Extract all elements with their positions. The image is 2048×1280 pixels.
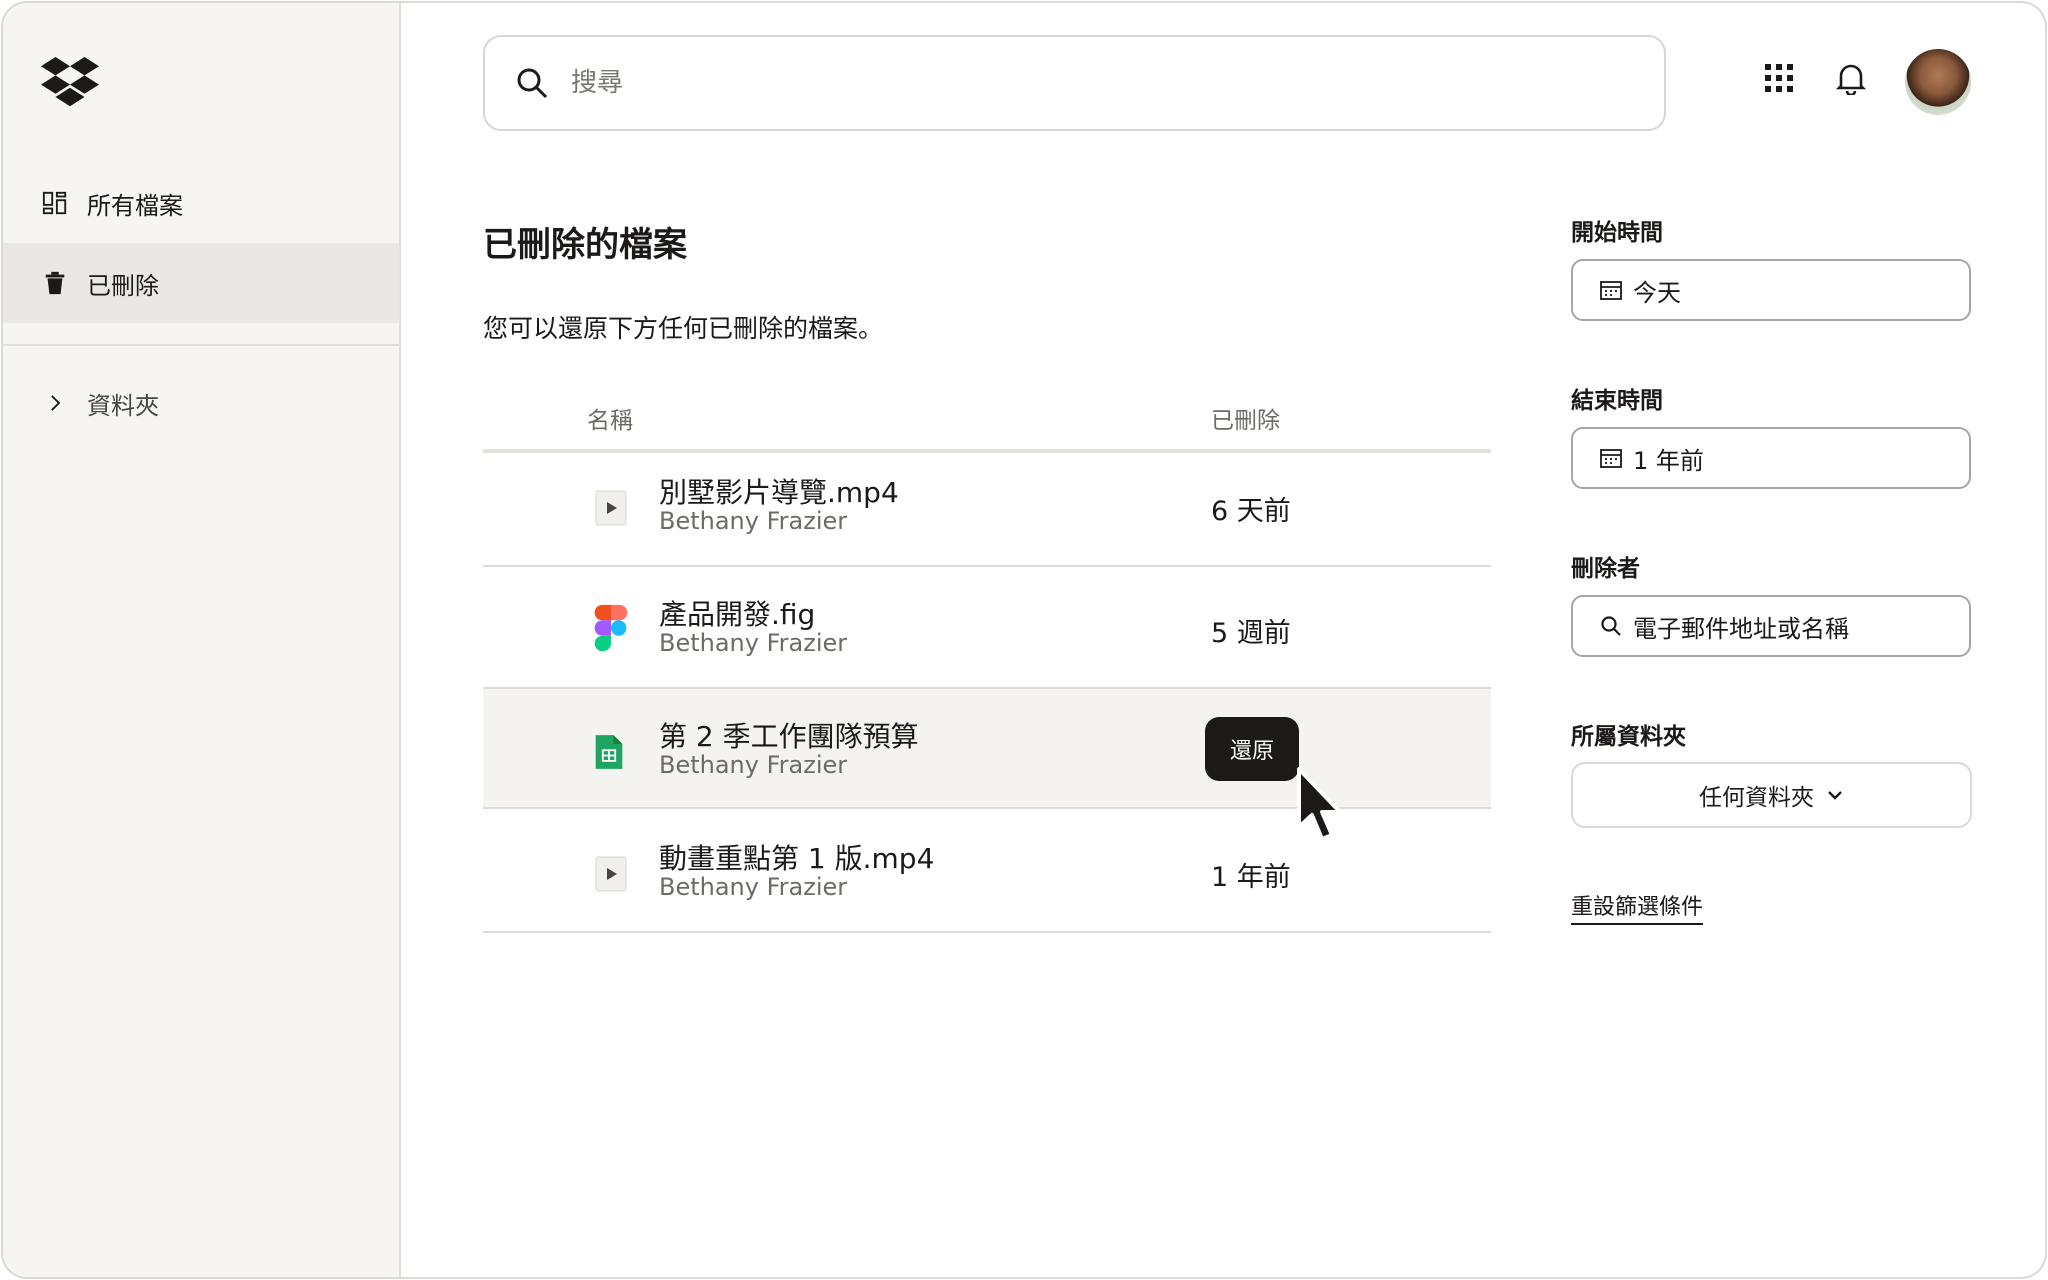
app-window: 所有檔案 已刪除 資料夾 搜尋 已刪除的檔案 您可以還原下方任何已刪除的檔案。 … — [1, 1, 2047, 1279]
dropbox-logo-icon[interactable] — [41, 57, 99, 107]
file-name[interactable]: 產品開發.fig — [659, 593, 815, 633]
figma-file-icon — [593, 604, 629, 652]
video-file-icon — [593, 487, 629, 529]
sidebar-item-folders[interactable]: 資料夾 — [3, 363, 399, 443]
file-owner: Bethany Frazier — [659, 873, 848, 901]
reset-filters-link[interactable]: 重設篩選條件 — [1571, 889, 1704, 925]
sidebar: 所有檔案 已刪除 資料夾 — [3, 3, 401, 1277]
filter-deleter-label: 刪除者 — [1571, 556, 1640, 582]
deleted-time: 1 年前 — [1211, 862, 1291, 893]
search-input[interactable] — [571, 68, 1571, 98]
grid-icon — [41, 189, 69, 217]
sheets-file-icon — [593, 731, 629, 773]
filter-folder-label: 所屬資料夾 — [1571, 724, 1686, 750]
folder-select-value: 任何資料夾 — [1699, 785, 1814, 811]
file-owner: Bethany Frazier — [659, 751, 848, 779]
page-subtitle: 您可以還原下方任何已刪除的檔案。 — [483, 314, 884, 343]
sidebar-item-label: 資料夾 — [87, 391, 159, 420]
file-owner: Bethany Frazier — [659, 629, 848, 657]
file-name[interactable]: 第 2 季工作團隊預算 — [659, 715, 919, 755]
deleted-time: 5 週前 — [1211, 618, 1291, 649]
avatar[interactable] — [1905, 49, 1971, 115]
sidebar-item-deleted[interactable]: 已刪除 — [3, 243, 399, 323]
page-title: 已刪除的檔案 — [483, 225, 687, 265]
sidebar-item-all-files[interactable]: 所有檔案 — [3, 163, 399, 243]
calendar-icon — [1600, 449, 1622, 468]
start-date-field[interactable]: 今天 — [1571, 259, 1971, 321]
restore-button[interactable]: 還原 — [1205, 717, 1299, 781]
end-date-field[interactable]: 1 年前 — [1571, 427, 1971, 489]
chevron-right-icon[interactable] — [41, 389, 69, 417]
search-icon — [1601, 616, 1621, 636]
video-file-icon — [593, 853, 629, 895]
calendar-icon — [1600, 281, 1622, 300]
file-name[interactable]: 動畫重點第 1 版.mp4 — [659, 837, 934, 877]
sidebar-divider — [3, 344, 399, 346]
table-row[interactable]: 別墅影片導覽.mp4 Bethany Frazier 6 天前 — [483, 445, 1491, 567]
sidebar-item-label: 已刪除 — [87, 271, 159, 300]
start-date-value: 今天 — [1633, 278, 1681, 307]
search-icon — [517, 68, 548, 99]
column-header-deleted[interactable]: 已刪除 — [1211, 401, 1280, 435]
end-date-value: 1 年前 — [1633, 446, 1704, 475]
chevron-down-icon — [1828, 791, 1842, 800]
deleter-placeholder: 電子郵件地址或名稱 — [1633, 614, 1849, 643]
table-row[interactable]: 產品開發.fig Bethany Frazier 5 週前 — [483, 567, 1491, 689]
column-header-name[interactable]: 名稱 — [587, 401, 633, 435]
search-bar[interactable] — [483, 35, 1666, 131]
trash-icon — [41, 269, 69, 297]
file-owner: Bethany Frazier — [659, 507, 848, 535]
sidebar-item-label: 所有檔案 — [87, 191, 183, 220]
deleter-search-field[interactable]: 電子郵件地址或名稱 — [1571, 595, 1971, 657]
deleted-time: 6 天前 — [1211, 496, 1291, 527]
filter-start-label: 開始時間 — [1571, 220, 1663, 246]
file-name[interactable]: 別墅影片導覽.mp4 — [659, 471, 899, 511]
filter-end-label: 結束時間 — [1571, 388, 1663, 414]
app-grid-icon[interactable] — [1762, 61, 1796, 95]
mouse-cursor-icon — [1297, 767, 1342, 841]
bell-icon[interactable] — [1834, 61, 1868, 95]
folder-select[interactable]: 任何資料夾 — [1571, 762, 1972, 828]
